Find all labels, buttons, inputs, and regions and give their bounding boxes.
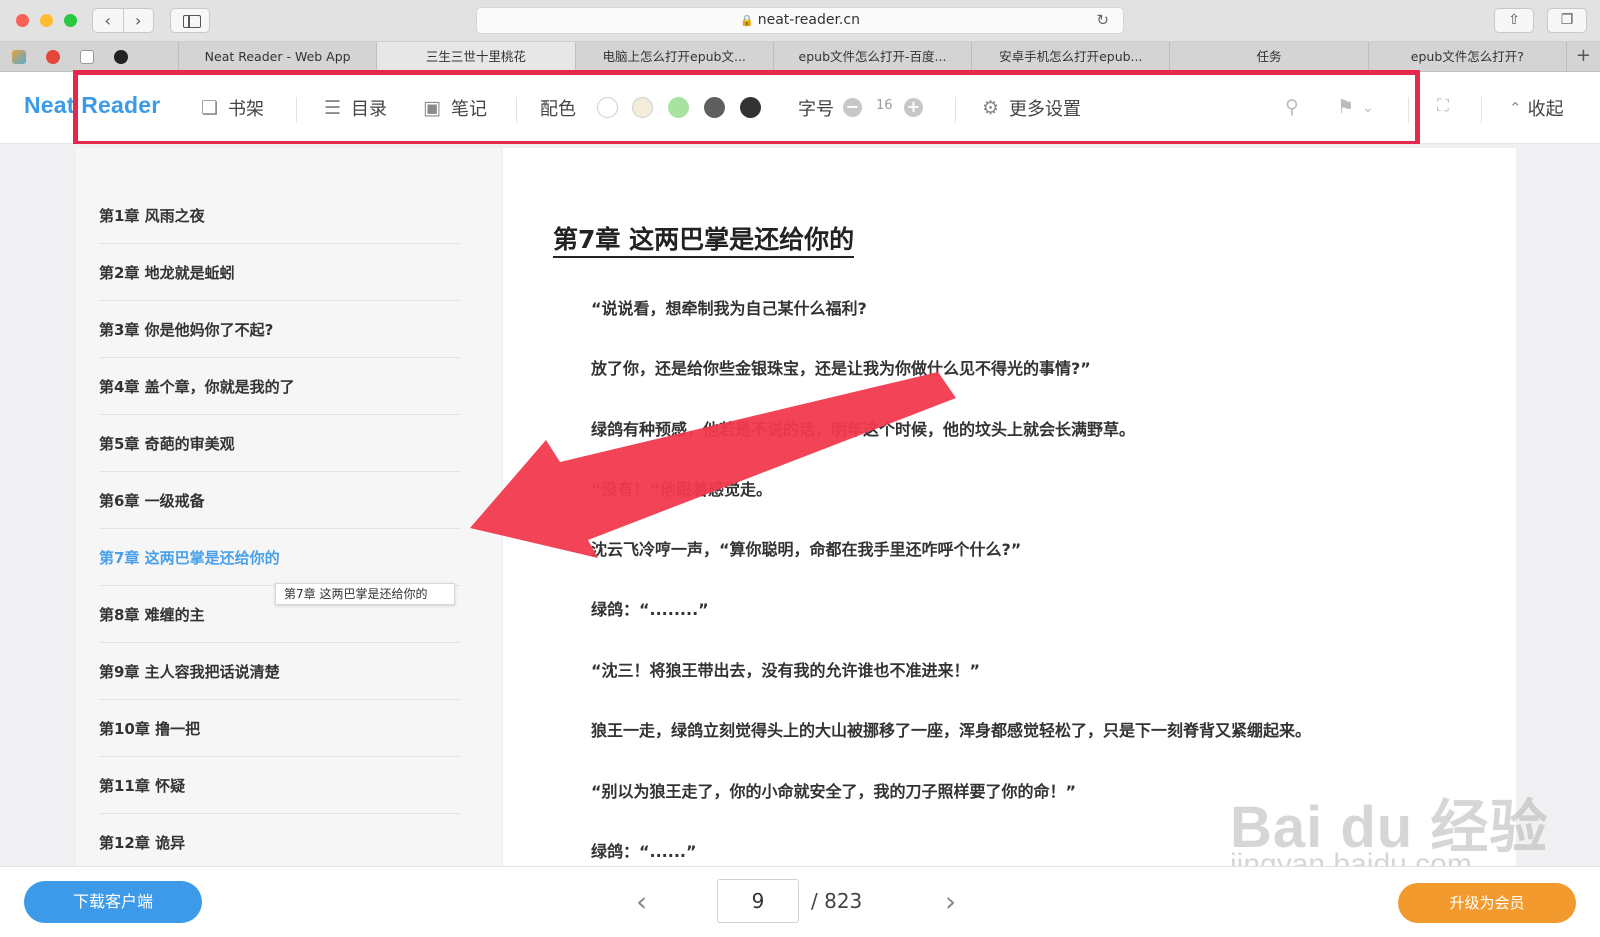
paragraph: “沈三！将狼王带出去，没有我的允许谁也不准进来！” — [591, 661, 981, 680]
forward-icon[interactable]: › — [124, 9, 154, 32]
back-icon[interactable]: ‹ — [93, 9, 124, 32]
browser-tab[interactable]: 安卓手机怎么打开epub... — [971, 42, 1169, 71]
fullscreen-icon[interactable]: ⛶ — [1437, 96, 1449, 116]
toc-panel: 第1章 风雨之夜 第2章 地龙就是蚯蚓 第3章 你是他妈你了不起? 第4章 盖个… — [76, 148, 501, 866]
toc-item[interactable]: 第3章 你是他妈你了不起? — [99, 300, 460, 358]
paragraph: “没有！”他跟着感觉走。 — [591, 480, 773, 499]
new-tab-button[interactable]: + — [1565, 42, 1600, 71]
toc-item[interactable]: 第11章 怀疑 — [99, 756, 460, 814]
toc-item[interactable]: 第12章 诡异 — [99, 813, 460, 866]
zoom-window-button[interactable] — [64, 14, 77, 27]
toc-item[interactable]: 第10章 撸一把 — [99, 699, 460, 757]
browser-tab-active[interactable]: 三生三世十里桃花 — [376, 42, 575, 71]
compass-icon[interactable] — [114, 49, 128, 64]
toc-item[interactable]: 第6章 一级戒备 — [99, 471, 460, 529]
favorites-bar — [0, 42, 178, 71]
toc-item[interactable]: 第1章 风雨之夜 — [99, 186, 460, 244]
show-tabs-button[interactable]: ❐ — [1547, 8, 1587, 33]
favorite-icon[interactable] — [12, 49, 26, 64]
paragraph: 绿鸽有种预感，他若是不说的话，明年这个时候，他的坟头上就会长满野草。 — [591, 420, 1136, 439]
toc-item[interactable]: 第2章 地龙就是蚯蚓 — [99, 243, 460, 301]
browser-tab[interactable]: epub文件怎么打开-百度... — [772, 42, 971, 71]
history-nav: ‹ › — [92, 8, 154, 33]
toc-item[interactable]: 第4章 盖个章，你就是我的了 — [99, 357, 460, 415]
toc-item[interactable]: 第9章 主人容我把话说清楚 — [99, 642, 460, 700]
browser-tab[interactable]: epub文件怎么打开? — [1367, 42, 1566, 71]
toolbar-highlight-box — [73, 70, 1420, 146]
upgrade-vip-button[interactable]: 升级为会员 — [1398, 883, 1576, 923]
url-text: neat-reader.cn — [757, 12, 860, 28]
reload-icon[interactable]: ↻ — [1096, 8, 1109, 33]
address-bar[interactable]: 🔒 neat-reader.cn ↻ — [476, 7, 1124, 34]
toc-item[interactable]: 第5章 奇葩的审美观 — [99, 414, 460, 472]
document-icon[interactable] — [80, 49, 94, 64]
collapse-button[interactable]: ⌃ 收起 — [1509, 72, 1564, 144]
browser-tabbar: Neat Reader - Web App 三生三世十里桃花 电脑上怎么打开ep… — [0, 42, 1600, 72]
toolbar-divider — [1481, 97, 1482, 123]
download-client-button[interactable]: 下载客户端 — [24, 881, 202, 923]
reader-page: 第7章 这两巴掌是还给你的 “说说看，想牵制我为自己某什么福利? 放了你，还是给… — [503, 148, 1516, 866]
paragraph: “别以为狼王走了，你的小命就安全了，我的刀子照样要了你的命！” — [591, 782, 1077, 801]
browser-tab[interactable]: Neat Reader - Web App — [178, 42, 376, 71]
browser-tab[interactable]: 任务 — [1169, 42, 1367, 71]
weibo-icon[interactable] — [46, 49, 60, 64]
paragraph: 狼王一走，绿鸽立刻觉得头上的大山被挪移了一座，浑身都感觉轻松了，只是下一刻脊背又… — [591, 721, 1312, 740]
sidebar-toggle-button[interactable] — [170, 8, 210, 33]
close-window-button[interactable] — [16, 14, 29, 27]
paragraph: “说说看，想牵制我为自己某什么福利? — [591, 299, 867, 318]
reader-footer: 下载客户端 ‹ 9 / 823 › 升级为会员 — [0, 866, 1600, 937]
paragraph: 绿鸽：“........” — [591, 600, 709, 619]
next-page-icon[interactable]: › — [945, 885, 956, 918]
paragraph: 放了你，还是给你些金银珠宝，还是让我为你做什么见不得光的事情?” — [591, 359, 1091, 378]
collapse-label: 收起 — [1527, 99, 1564, 120]
paragraph: 绿鸽：“......” — [591, 842, 697, 861]
total-pages: / 823 — [811, 889, 863, 913]
prev-page-icon[interactable]: ‹ — [636, 885, 647, 918]
minimize-window-button[interactable] — [40, 14, 53, 27]
toc-item-active[interactable]: 第7章 这两巴掌是还给你的 — [99, 528, 460, 586]
page-number-input[interactable]: 9 — [717, 879, 799, 923]
paragraph: 沈云飞冷哼一声，“算你聪明，命都在我手里还咋呼个什么?” — [591, 540, 1022, 559]
chevron-up-icon: ⌃ — [1509, 99, 1522, 117]
lock-icon: 🔒 — [740, 14, 754, 27]
browser-tab[interactable]: 电脑上怎么打开epub文... — [574, 42, 773, 71]
browser-titlebar: ‹ › 🔒 neat-reader.cn ↻ ⇧ ❐ — [0, 0, 1600, 42]
toc-tooltip: 第7章 这两巴掌是还给你的 — [275, 583, 455, 605]
share-button[interactable]: ⇧ — [1494, 8, 1534, 33]
chapter-title: 第7章 这两巴掌是还给你的 — [553, 224, 855, 258]
